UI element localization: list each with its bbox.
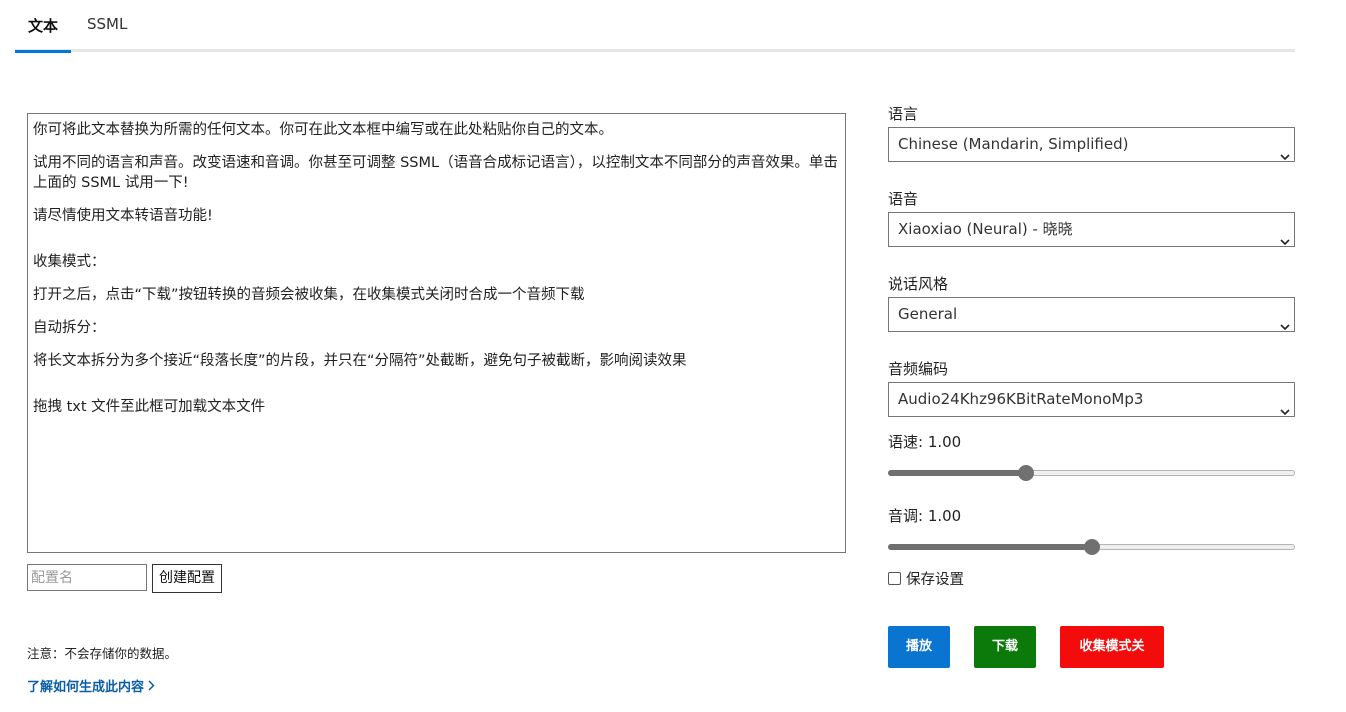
pitch-label: 音调: 1.00	[888, 507, 962, 525]
create-config-button[interactable]: 创建配置	[152, 564, 222, 593]
tts-app: 文本 SSML 你可将此文本替换为所需的任何文本。你可在此文本框中编写或在此处粘…	[0, 0, 1346, 712]
privacy-notice: 注意：不会存储你的数据。	[27, 646, 178, 661]
chevron-down-icon	[1280, 140, 1290, 161]
slider-fill	[888, 544, 1092, 550]
language-select[interactable]: Chinese (Mandarin, Simplified)	[888, 127, 1295, 162]
slider-thumb[interactable]	[1083, 539, 1100, 555]
codec-value: Audio24Khz96KBitRateMonoMp3	[898, 390, 1144, 408]
language-value: Chinese (Mandarin, Simplified)	[898, 135, 1129, 153]
editor-paragraph: 自动拆分：	[33, 320, 106, 336]
tab-bar: 文本 SSML	[15, 0, 1295, 53]
editor-paragraph: 收集模式：	[33, 254, 106, 270]
tab-text[interactable]: 文本	[15, 15, 71, 53]
editor-paragraph: 拖拽 txt 文件至此框可加载文本文件	[33, 399, 266, 415]
editor-paragraph: 将长文本拆分为多个接近“段落长度”的片段，并只在“分隔符”处截断，避免句子被截断…	[33, 353, 687, 369]
voice-label: 语音	[888, 190, 919, 208]
style-select[interactable]: General	[888, 297, 1295, 332]
editor-paragraph: 你可将此文本替换为所需的任何文本。你可在此文本框中编写或在此处粘贴你自己的文本。	[33, 122, 613, 138]
text-editor[interactable]: 你可将此文本替换为所需的任何文本。你可在此文本框中编写或在此处粘贴你自己的文本。…	[27, 113, 846, 553]
chevron-right-icon	[148, 680, 155, 695]
codec-select[interactable]: Audio24Khz96KBitRateMonoMp3	[888, 382, 1295, 417]
editor-paragraph: 试用不同的语言和声音。改变语速和音调。你甚至可调整 SSML（语音合成标记语言）…	[33, 155, 838, 191]
learn-more-link[interactable]: 了解如何生成此内容	[27, 676, 155, 695]
rate-slider[interactable]	[888, 465, 1295, 481]
style-label: 说话风格	[888, 275, 949, 293]
slider-fill	[888, 470, 1027, 476]
pitch-slider[interactable]	[888, 539, 1295, 555]
learn-more-label: 了解如何生成此内容	[27, 680, 145, 695]
style-value: General	[898, 305, 958, 323]
download-button[interactable]: 下载	[974, 626, 1036, 668]
config-name-input[interactable]: 配置名	[27, 564, 147, 591]
codec-label: 音频编码	[888, 360, 949, 378]
language-label: 语言	[888, 105, 919, 123]
voice-value: Xiaoxiao (Neural) - 晓晓	[898, 220, 1073, 238]
slider-thumb[interactable]	[1018, 465, 1035, 481]
voice-select[interactable]: Xiaoxiao (Neural) - 晓晓	[888, 212, 1295, 247]
editor-paragraph: 请尽情使用文本转语音功能!	[33, 208, 213, 224]
play-button[interactable]: 播放	[888, 626, 950, 668]
rate-label: 语速: 1.00	[888, 433, 962, 451]
chevron-down-icon	[1280, 225, 1290, 246]
collect-mode-button[interactable]: 收集模式关	[1060, 626, 1164, 668]
save-settings-checkbox[interactable]: 保存设置	[888, 568, 964, 589]
checkbox-box[interactable]	[888, 572, 901, 585]
tab-ssml[interactable]: SSML	[87, 15, 127, 33]
chevron-down-icon	[1280, 310, 1290, 331]
chevron-down-icon	[1280, 395, 1290, 416]
save-settings-label: 保存设置	[906, 572, 964, 588]
editor-paragraph: 打开之后，点击“下载”按钮转换的音频会被收集，在收集模式关闭时合成一个音频下载	[33, 287, 585, 303]
